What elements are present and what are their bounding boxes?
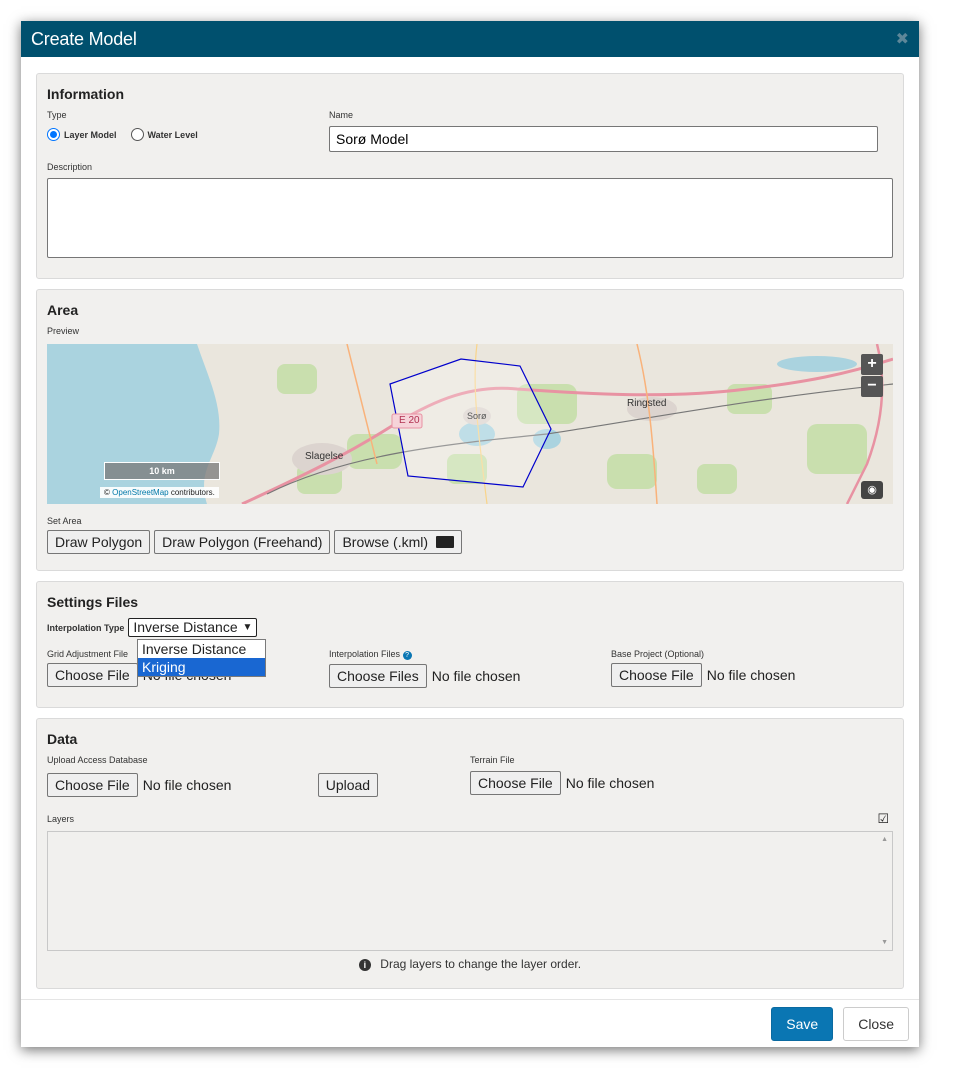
interpolation-type-select[interactable]: Inverse Distance ▼	[128, 618, 258, 637]
hint-text: Drag layers to change the layer order.	[380, 957, 582, 971]
dialog-footer: Save Close	[21, 999, 919, 1047]
openstreetmap-link[interactable]: OpenStreetMap	[112, 488, 168, 497]
interpolation-files-label: Interpolation Files ?	[329, 649, 611, 660]
layer-order-hint: i Drag layers to change the layer order.	[47, 957, 893, 971]
interpolation-file-status: No file chosen	[431, 668, 521, 684]
close-icon[interactable]: ✖	[896, 29, 909, 49]
terrain-file-label: Terrain File	[470, 755, 515, 765]
radio-checked-icon	[47, 128, 60, 141]
browse-kml-button[interactable]: Browse (.kml)	[334, 530, 463, 554]
name-label: Name	[329, 110, 354, 120]
map-place-soro: Sorø	[467, 411, 487, 421]
create-model-dialog: Create Model ✖ Information Type Layer Mo…	[21, 21, 919, 1047]
area-heading: Area	[47, 302, 79, 318]
browse-kml-label: Browse (.kml)	[342, 534, 429, 550]
map-place-ringsted: Ringsted	[627, 398, 667, 409]
data-heading: Data	[47, 731, 78, 747]
scroll-down-icon[interactable]: ▼	[881, 939, 888, 946]
upload-database-label: Upload Access Database	[47, 755, 148, 765]
dialog-header: Create Model ✖	[21, 21, 919, 57]
settings-files-panel: Settings Files Interpolation Type Invers…	[36, 581, 904, 708]
zoom-in-button[interactable]: +	[861, 354, 883, 375]
layers-label: Layers	[47, 814, 75, 824]
description-label: Description	[47, 162, 93, 172]
description-textarea[interactable]	[47, 178, 893, 258]
road-label: E 20	[399, 415, 420, 426]
database-file-status: No file chosen	[142, 777, 232, 793]
data-panel: Data Upload Access Database Choose File …	[36, 718, 904, 989]
chevron-down-icon: ▼	[242, 622, 253, 633]
settings-heading: Settings Files	[47, 594, 139, 610]
check-square-icon[interactable]: ☑	[877, 811, 889, 827]
map-attribution: © OpenStreetMap contributors.	[100, 487, 219, 498]
scroll-up-icon[interactable]: ▲	[881, 836, 888, 843]
upload-button[interactable]: Upload	[317, 773, 379, 797]
layers-list[interactable]: ▲ ▼	[47, 831, 893, 951]
grid-choose-file-button[interactable]: Choose File	[47, 663, 138, 687]
map-place-slagelse: Slagelse	[305, 451, 344, 462]
radio-unchecked-icon	[130, 128, 144, 141]
camera-icon[interactable]: ◉	[861, 481, 883, 499]
interpolation-dropdown-list: Inverse Distance Kriging	[137, 639, 266, 677]
map-preview[interactable]: E 20 Ringsted Sorø Slagelse 10 km © Open…	[47, 344, 893, 504]
interpolation-choose-files-button[interactable]: Choose Files	[329, 664, 427, 688]
terrain-file-status: No file chosen	[565, 775, 655, 791]
database-choose-file-button[interactable]: Choose File	[47, 773, 138, 797]
info-circle-icon: i	[358, 959, 371, 971]
type-label: Type	[47, 110, 67, 120]
interpolation-type-value: Inverse Distance	[133, 619, 238, 635]
zoom-out-button[interactable]: −	[861, 376, 883, 397]
option-kriging[interactable]: Kriging	[138, 658, 265, 676]
base-project-label: Base Project (Optional)	[611, 649, 705, 659]
name-input[interactable]	[329, 126, 878, 152]
draw-polygon-button[interactable]: Draw Polygon	[47, 530, 151, 554]
dialog-title: Create Model	[31, 28, 137, 49]
close-button[interactable]: Close	[843, 1006, 909, 1041]
option-inverse-distance[interactable]: Inverse Distance	[138, 640, 265, 658]
draw-polygon-freehand-button[interactable]: Draw Polygon (Freehand)	[154, 530, 331, 554]
question-circle-icon[interactable]: ?	[402, 651, 412, 660]
map-sea	[47, 344, 220, 504]
interpolation-type-label: Interpolation Type	[47, 622, 125, 633]
water-level-radio[interactable]: Water Level	[130, 128, 198, 141]
map-scale-bar: 10 km	[104, 462, 220, 480]
folder-open-icon	[436, 536, 455, 548]
save-button[interactable]: Save	[771, 1006, 834, 1041]
information-panel: Information Type Layer Model Water Level	[36, 73, 904, 279]
area-panel: Area Preview E 20 Ringsted Sorø Slagelse…	[36, 289, 904, 571]
preview-label: Preview	[47, 326, 80, 336]
base-project-choose-file-button[interactable]: Choose File	[611, 663, 702, 687]
terrain-choose-file-button[interactable]: Choose File	[470, 771, 561, 795]
map-canvas	[47, 344, 893, 504]
set-area-label: Set Area	[47, 516, 82, 526]
base-project-file-status: No file chosen	[706, 667, 796, 683]
layer-model-radio[interactable]: Layer Model	[47, 128, 117, 141]
information-heading: Information	[47, 86, 124, 102]
